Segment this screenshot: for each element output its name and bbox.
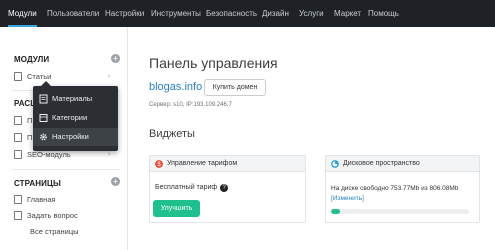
- main-content: Панель управления blogas.info Купить дом…: [128, 27, 495, 250]
- buy-domain-button[interactable]: Купить домен: [204, 79, 266, 96]
- sidebar-item-label: Все страницы: [30, 227, 79, 236]
- categories-icon: [39, 114, 48, 122]
- nav-users[interactable]: Пользователи: [47, 0, 99, 27]
- document-icon: [14, 72, 22, 81]
- nav-security[interactable]: Безопасность: [206, 0, 257, 27]
- nav-help[interactable]: Помощь: [368, 0, 399, 27]
- site-domain-link[interactable]: blogas.info: [149, 81, 202, 93]
- plan-icon: $: [155, 160, 163, 168]
- server-info: Сервер: s10, IP:193.109.246.7: [149, 102, 232, 108]
- page-icon: [14, 211, 22, 220]
- sidebar-item-label: Главная: [27, 195, 56, 204]
- menu-item-materials[interactable]: Материалы: [33, 90, 118, 108]
- help-icon[interactable]: ?: [220, 184, 229, 192]
- sidebar-item-label: Задать вопрос: [27, 211, 78, 220]
- module-icon: [14, 133, 22, 142]
- page-icon: [14, 195, 22, 204]
- sidebar-item-all-pages[interactable]: Все страницы: [30, 226, 79, 238]
- disk-usage-bar: [331, 209, 469, 214]
- menu-item-label: Настройки: [52, 132, 89, 141]
- nav-settings[interactable]: Настройки: [105, 0, 144, 27]
- module-icon: [14, 116, 22, 125]
- chevron-down-icon[interactable]: ›: [108, 151, 110, 158]
- pie-chart-icon: [331, 160, 339, 168]
- articles-dropdown-menu: Материалы Категории Настройки: [33, 81, 118, 151]
- nav-services[interactable]: Услуги: [299, 0, 324, 27]
- plan-widget: $ Управление тарифом Бесплатный тариф? У…: [149, 155, 306, 223]
- nav-design[interactable]: Дизайн: [262, 0, 289, 27]
- menu-item-label: Категории: [52, 113, 88, 122]
- seo-icon: [14, 150, 22, 159]
- disk-usage-fill: [331, 209, 341, 214]
- nav-modules[interactable]: Модули: [8, 0, 37, 27]
- gear-icon: [40, 133, 47, 141]
- section-title-pages: СТРАНИЦЫ: [14, 179, 61, 188]
- materials-icon: [39, 94, 48, 104]
- disk-usage-info: На диске свободно 753.77Mb из 806.08Mb: [331, 185, 459, 192]
- menu-item-label: Материалы: [52, 94, 93, 103]
- sidebar-item-ask-question[interactable]: Задать вопрос: [14, 210, 78, 222]
- widgets-heading: Виджеты: [149, 128, 195, 140]
- disk-widget-title: Дисковое пространство: [343, 160, 420, 167]
- plan-name: Бесплатный тариф?: [155, 184, 229, 192]
- sidebar-item-label: Статьи: [27, 72, 52, 81]
- sidebar-item-label: SEO-модуль: [27, 150, 71, 159]
- plan-name-label: Бесплатный тариф: [155, 184, 218, 191]
- chevron-down-icon[interactable]: ›: [108, 73, 110, 80]
- disk-widget-header: Дисковое пространство: [326, 156, 479, 172]
- add-page-plus-icon[interactable]: +: [111, 177, 120, 186]
- nav-tools[interactable]: Инструменты: [151, 0, 201, 27]
- plan-widget-title: Управление тарифом: [167, 160, 238, 167]
- top-nav: Модули Пользователи Настройки Инструмент…: [0, 0, 495, 27]
- add-module-plus-icon[interactable]: +: [111, 54, 120, 63]
- sidebar-item-label: П: [27, 116, 33, 125]
- nav-market[interactable]: Маркет: [334, 0, 361, 27]
- page-title: Панель управления: [149, 55, 278, 71]
- sidebar-item-ext-2[interactable]: П: [14, 132, 32, 144]
- section-title-modules: МОДУЛИ: [14, 55, 50, 64]
- upgrade-button[interactable]: Улучшить: [153, 200, 200, 217]
- sidebar-item-label: П: [27, 133, 33, 142]
- menu-item-settings[interactable]: Настройки: [33, 128, 118, 146]
- divider: [12, 169, 120, 170]
- change-disk-link[interactable]: [Изменить]: [331, 195, 364, 202]
- plan-widget-header: $ Управление тарифом: [150, 156, 305, 172]
- menu-item-categories[interactable]: Категории: [33, 109, 118, 127]
- disk-widget: Дисковое пространство На диске свободно …: [325, 155, 480, 223]
- sidebar-item-ext-1[interactable]: П: [14, 115, 32, 127]
- sidebar-item-home[interactable]: Главная: [14, 194, 56, 206]
